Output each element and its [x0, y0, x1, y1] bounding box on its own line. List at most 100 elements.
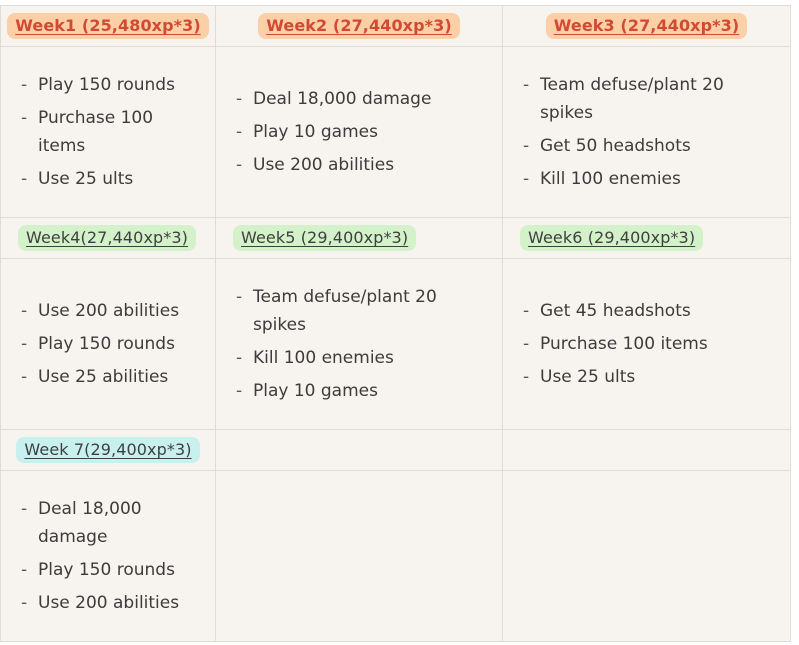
dash-marker: - — [21, 334, 28, 354]
list-item: - Play 150 rounds — [21, 330, 205, 358]
task-text: Get 45 headshots — [540, 301, 691, 321]
list-item: - Purchase 100 items — [21, 104, 205, 160]
task-text: Play 150 rounds — [38, 75, 175, 95]
week-header-cell: Week4(27,440xp*3) — [0, 217, 216, 259]
task-text: Play 10 games — [253, 122, 378, 142]
dash-marker: - — [523, 367, 530, 387]
dash-marker: - — [523, 169, 530, 189]
task-text: Use 25 ults — [38, 169, 134, 189]
week-1-link[interactable]: Week1 (25,480xp*3) — [7, 13, 209, 39]
week-5-tasks-cell: - Team defuse/plant 20 spikes - Kill 100 e… — [215, 258, 503, 430]
task-text: Use 200 abilities — [253, 155, 395, 175]
task-text: Deal 18,000 damage — [253, 89, 432, 109]
tasks-row: - Deal 18,000 damage - Play 150 rounds - Us… — [0, 470, 791, 642]
header-row: Week1 (25,480xp*3) Week2 (27,440xp*3) We… — [0, 5, 791, 47]
task-text: Kill 100 enemies — [540, 169, 681, 189]
task-text: Play 10 games — [253, 381, 378, 401]
week-7-tasks-cell: - Deal 18,000 damage - Play 150 rounds - Us… — [0, 470, 216, 642]
task-text: Kill 100 enemies — [253, 348, 394, 368]
dash-marker: - — [236, 122, 243, 142]
dash-marker: - — [523, 136, 530, 156]
page: Week1 (25,480xp*3) Week2 (27,440xp*3) We… — [0, 0, 799, 645]
week-1-task-list: - Play 150 rounds - Purchase 100 items - Us… — [1, 71, 215, 193]
week-6-tasks-cell: - Get 45 headshots - Purchase 100 items -U… — [502, 258, 791, 430]
empty-tasks-cell — [502, 470, 791, 642]
empty-tasks-cell — [215, 470, 503, 642]
task-text: Use 25 ults — [540, 367, 636, 387]
list-item: - Play 150 rounds — [21, 556, 205, 584]
week-3-task-list: - Team defuse/plant 20 spikes - Get 50 hea… — [503, 71, 790, 193]
list-item: - Team defuse/plant 20 spikes — [236, 283, 492, 339]
dash-marker: - — [523, 75, 530, 95]
dash-marker: - — [21, 108, 28, 128]
list-item: - Deal 18,000 damage — [21, 495, 205, 551]
task-text: Get 50 headshots — [540, 136, 691, 156]
weekly-missions-table: Week1 (25,480xp*3) Week2 (27,440xp*3) We… — [0, 5, 791, 642]
task-text: Team defuse/plant 20 spikes — [253, 287, 437, 335]
list-item: - Get 50 headshots — [523, 132, 780, 160]
list-item: - Get 45 headshots — [523, 297, 780, 325]
week-4-task-list: - Use 200 abilities - Play 150 rounds - Use… — [1, 297, 215, 391]
dash-marker: - — [21, 367, 28, 387]
task-text: Use 25 abilities — [38, 367, 169, 387]
list-item: - Kill 100 enemies — [523, 165, 780, 193]
list-item: - Play 10 games — [236, 377, 492, 405]
dash-marker: - — [21, 301, 28, 321]
week-6-link[interactable]: Week6 (29,400xp*3) — [520, 225, 704, 251]
dash-marker: - — [21, 169, 28, 189]
week-6-task-list: - Get 45 headshots - Purchase 100 items -U… — [503, 297, 790, 391]
task-text: Play 150 rounds — [38, 334, 175, 354]
task-text: Use 200 abilities — [38, 593, 180, 613]
week-2-link[interactable]: Week2 (27,440xp*3) — [258, 13, 460, 39]
week-4-link[interactable]: Week4(27,440xp*3) — [18, 225, 196, 251]
dash-marker: - — [236, 348, 243, 368]
header-row: Week4(27,440xp*3) Week5 (29,400xp*3) Wee… — [0, 217, 791, 259]
dash-marker: - — [523, 334, 530, 354]
week-3-tasks-cell: - Team defuse/plant 20 spikes - Get 50 hea… — [502, 46, 791, 218]
list-item: - Use 200 abilities — [236, 151, 492, 179]
week-header-cell: Week 7(29,400xp*3) — [0, 429, 216, 471]
list-item: - Deal 18,000 damage — [236, 85, 492, 113]
task-text: Play 150 rounds — [38, 560, 175, 580]
dash-marker: - — [21, 593, 28, 613]
week-3-link[interactable]: Week3 (27,440xp*3) — [545, 13, 748, 39]
week-1-tasks-cell: - Play 150 rounds - Purchase 100 items - Us… — [0, 46, 216, 218]
dash-marker: - — [236, 381, 243, 401]
list-item: - Use 25 ults — [523, 363, 780, 391]
week-5-link[interactable]: Week5 (29,400xp*3) — [233, 225, 417, 251]
week-header-cell: Week5 (29,400xp*3) — [215, 217, 503, 259]
list-item: - Play 150 rounds — [21, 71, 205, 99]
week-header-cell: Week2 (27,440xp*3) — [215, 5, 503, 47]
list-item: - Kill 100 enemies — [236, 344, 492, 372]
dash-marker: - — [236, 287, 243, 307]
week-7-task-list: - Deal 18,000 damage - Play 150 rounds - Us… — [1, 495, 215, 617]
header-row: Week 7(29,400xp*3) — [0, 429, 791, 471]
task-text: Deal 18,000 damage — [38, 499, 142, 547]
dash-marker: - — [21, 560, 28, 580]
list-item: - Play 10 games — [236, 118, 492, 146]
list-item: - Purchase 100 items — [523, 330, 780, 358]
task-text: Use 200 abilities — [38, 301, 180, 321]
dash-marker: - — [236, 155, 243, 175]
list-item: - Use 25 abilities — [21, 363, 205, 391]
task-text: Team defuse/plant 20 spikes — [540, 75, 724, 123]
empty-header-cell — [502, 429, 791, 471]
week-7-link[interactable]: Week 7(29,400xp*3) — [16, 437, 200, 463]
list-item: - Use 200 abilities — [21, 297, 205, 325]
list-item: - Team defuse/plant 20 spikes — [523, 71, 780, 127]
list-item: - Use 200 abilities — [21, 589, 205, 617]
dash-marker: - — [523, 301, 530, 321]
week-5-task-list: - Team defuse/plant 20 spikes - Kill 100 e… — [216, 283, 502, 405]
tasks-row: - Play 150 rounds - Purchase 100 items - Us… — [0, 46, 791, 218]
dash-marker: - — [236, 89, 243, 109]
week-4-tasks-cell: - Use 200 abilities - Play 150 rounds - Use… — [0, 258, 216, 430]
week-2-task-list: - Deal 18,000 damage - Play 10 games - Use … — [216, 85, 502, 179]
week-header-cell: Week3 (27,440xp*3) — [502, 5, 791, 47]
task-text: Purchase 100 items — [540, 334, 708, 354]
list-item: - Use 25 ults — [21, 165, 205, 193]
tasks-row: - Use 200 abilities - Play 150 rounds - Use… — [0, 258, 791, 430]
dash-marker: - — [21, 75, 28, 95]
dash-marker: - — [21, 499, 28, 519]
task-text: Purchase 100 items — [38, 108, 154, 156]
empty-header-cell — [215, 429, 503, 471]
